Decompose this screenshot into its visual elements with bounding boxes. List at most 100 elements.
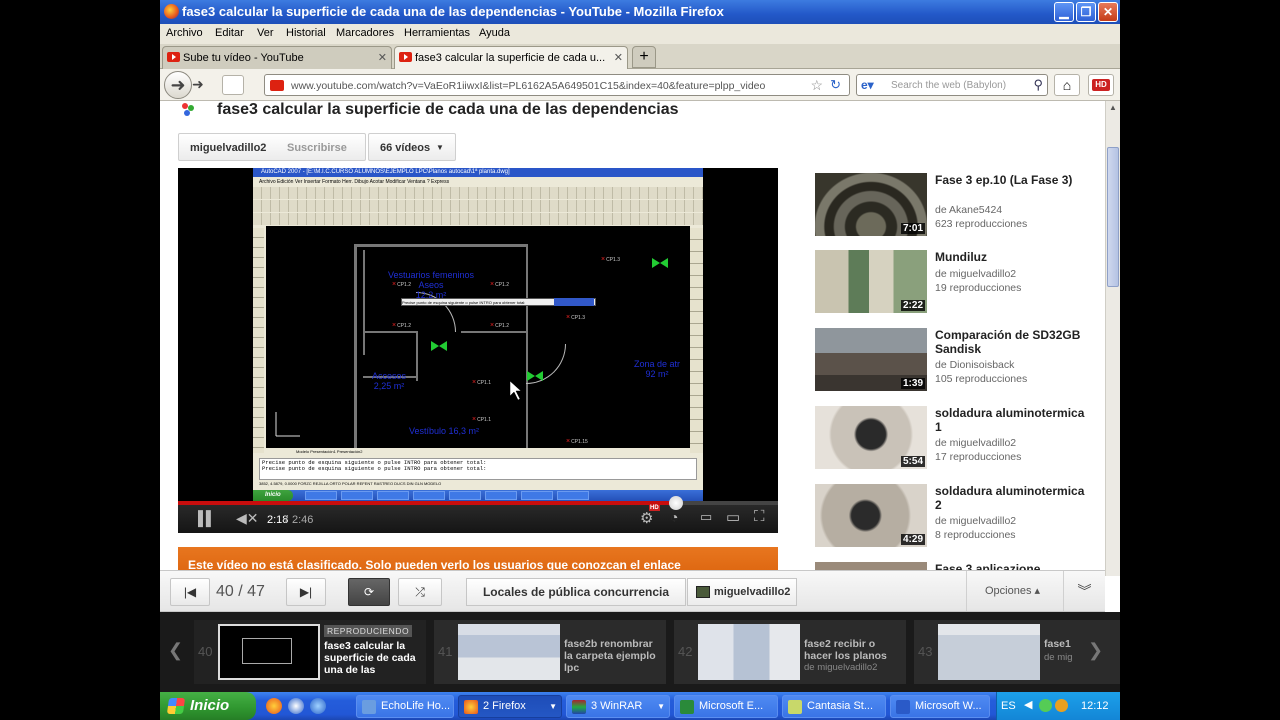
related-author: de miguelvadillo2	[935, 437, 1017, 449]
new-tab-button[interactable]: +	[632, 46, 656, 68]
related-author: de miguelvadillo2	[935, 268, 1017, 280]
related-video[interactable]: 1:39 Comparación de SD32GB Sandisk de Di…	[815, 328, 1105, 392]
scroll-up-icon[interactable]: ▲	[1107, 103, 1119, 115]
channel-name-link[interactable]: miguelvadillo2	[190, 142, 266, 154]
close-button[interactable]: ✕	[1098, 2, 1118, 22]
taskbar-button[interactable]: 2 Firefox ▼	[458, 695, 562, 718]
related-video[interactable]: 2:22 Mundiluz de miguelvadillo2 19 repro…	[815, 250, 1105, 314]
playlist-title[interactable]: Locales de pública concurrencia	[466, 578, 686, 606]
related-author: de miguelvadillo2	[935, 515, 1017, 527]
related-title: soldadura aluminotermica 2	[935, 484, 1085, 512]
fullscreen-icon[interactable]: ⛶	[754, 508, 765, 525]
menu-archivo[interactable]: Archivo	[166, 27, 203, 39]
large-player-icon[interactable]: ▭	[726, 508, 740, 526]
previous-video-button[interactable]: |◀	[170, 578, 210, 606]
menu-herramientas[interactable]: Herramientas	[404, 27, 470, 39]
minimize-button[interactable]: ▁	[1054, 2, 1074, 22]
playlist-owner[interactable]: miguelvadillo2	[687, 578, 797, 606]
tray-app-icon[interactable]	[1055, 699, 1068, 712]
taskbar-button-label: 3 WinRAR	[591, 700, 643, 712]
tab-close-icon[interactable]: ✕	[378, 51, 387, 64]
player-controls: ▌▌ ◀✕ 2:18 / 2:46 ⚙ HD ◔ ▭ ▭ ⛶	[178, 496, 778, 533]
taskbar-button-label: EchoLife Ho...	[381, 700, 451, 712]
excel-icon	[680, 700, 694, 714]
shuffle-icon[interactable]: ⤮	[398, 578, 442, 606]
tab-current-video[interactable]: fase3 calcular la superficie de cada u..…	[394, 46, 628, 69]
subscribe-button[interactable]: Suscribirse	[287, 142, 347, 154]
taskbar-button[interactable]: Microsoft E...	[674, 695, 778, 718]
duration-badge: 2:22	[900, 300, 925, 311]
forward-button[interactable]: ➜	[192, 76, 212, 96]
progress-handle[interactable]	[669, 496, 683, 510]
related-video[interactable]: 5:54 soldadura aluminotermica 1 de migue…	[815, 406, 1105, 470]
tray-icons[interactable]: ◀	[1024, 698, 1032, 711]
tray-app-icon[interactable]	[1039, 699, 1052, 712]
taskbar-button[interactable]: Microsoft W...	[890, 695, 990, 718]
youtube-site-icon	[270, 80, 284, 91]
title-bar: fase3 calcular la superficie de cada una…	[160, 0, 1120, 24]
hd-addon-button[interactable]: HD	[1088, 74, 1114, 96]
item-title: fase2b renombrar la carpeta ejemplo lpc	[564, 638, 656, 674]
thumbnail: 1:39	[815, 328, 927, 391]
tab-close-icon[interactable]: ✕	[614, 51, 623, 64]
addon-button[interactable]	[222, 75, 244, 95]
tab-upload[interactable]: Sube tu vídeo - YouTube ✕	[162, 46, 392, 69]
menu-editar[interactable]: Editar	[215, 27, 244, 39]
taskbar-button[interactable]: Cantasia St...	[782, 695, 886, 718]
playlist-item[interactable]: 42 fase2 recibir o hacer los planos de m…	[674, 620, 906, 684]
back-button[interactable]: ➜	[164, 71, 192, 99]
acad-layout-tabs: Modelo Presentación1 Presentación2	[266, 448, 690, 456]
maximize-button[interactable]: ❐	[1076, 2, 1096, 22]
page-scrollbar[interactable]: ▲	[1105, 101, 1120, 576]
tray-next-icon[interactable]: ❯	[1088, 640, 1103, 661]
item-author: de mig	[1044, 652, 1073, 663]
search-icon[interactable]: ⚲	[1033, 77, 1043, 93]
owner-avatar	[696, 586, 710, 598]
tray-prev-icon[interactable]: ❮	[168, 640, 183, 661]
videos-dropdown-button[interactable]: 66 vídeos ▼	[368, 133, 456, 161]
scroll-thumb[interactable]	[1107, 147, 1119, 287]
acad-task	[449, 491, 481, 500]
collapse-chevron-icon[interactable]: ︾	[1063, 571, 1105, 611]
video-player[interactable]: AutoCAD 2007 - [E:\M.I.C.CURSO ALUMNOS\E…	[178, 168, 778, 533]
pause-icon[interactable]: ▌▌	[198, 510, 216, 526]
menu-ver[interactable]: Ver	[257, 27, 274, 39]
acad-xp-taskbar: Inicio	[253, 490, 703, 501]
related-video[interactable]: 7:01 Fase 3 ep.10 (La Fase 3) de Akane54…	[815, 173, 1105, 237]
playlist-item[interactable]: 40 REPRODUCIENDO fase3 calcular la super…	[194, 620, 426, 684]
language-indicator[interactable]: ES	[1001, 700, 1016, 712]
taskbar-button[interactable]: EchoLife Ho...	[356, 695, 454, 718]
playlist-position: 40 / 47	[216, 583, 265, 600]
related-video[interactable]: 4:29 soldadura aluminotermica 2 de migue…	[815, 484, 1105, 548]
duration-badge: 5:54	[900, 456, 925, 467]
autoplay-toggle-icon[interactable]: ⟳	[348, 578, 390, 606]
volume-mute-icon[interactable]: ◀✕	[236, 510, 259, 527]
progress-bar[interactable]	[178, 496, 778, 510]
playlist-options-button[interactable]: Opciones ▴	[966, 571, 1058, 611]
ie-quicklaunch-icon[interactable]	[310, 698, 326, 714]
acad-task	[521, 491, 553, 500]
ie-quicklaunch-icon[interactable]	[288, 698, 304, 714]
search-engine-icon[interactable]: e▾	[861, 78, 877, 92]
small-player-icon[interactable]: ▭	[700, 509, 712, 525]
url-bar[interactable]: www.youtube.com/watch?v=VaEoR1iiwxI&list…	[264, 74, 850, 96]
next-video-button[interactable]: ▶|	[286, 578, 326, 606]
playlist-tray: ❮ 40 REPRODUCIENDO fase3 calcular la sup…	[160, 612, 1120, 692]
menu-historial[interactable]: Historial	[286, 27, 326, 39]
search-bar[interactable]: e▾ Search the web (Babylon) ⚲	[856, 74, 1048, 96]
start-button[interactable]: Inicio	[160, 692, 256, 720]
menu-marcadores[interactable]: Marcadores	[336, 27, 394, 39]
duration-badge: 7:01	[900, 223, 925, 234]
menu-ayuda[interactable]: Ayuda	[479, 27, 510, 39]
settings-gear-icon[interactable]: ⚙	[640, 509, 653, 527]
acad-task	[413, 491, 445, 500]
watch-later-icon[interactable]: ◔	[670, 509, 678, 525]
reload-icon[interactable]: ↻	[830, 77, 841, 93]
firefox-quicklaunch-icon[interactable]	[266, 698, 282, 714]
taskbar-button[interactable]: 3 WinRAR ▼	[566, 695, 670, 718]
home-button[interactable]: ⌂	[1054, 74, 1080, 96]
bookmark-star-icon[interactable]: ☆	[810, 77, 823, 94]
taskbar-button-label: Cantasia St...	[807, 700, 874, 712]
tab-label: fase3 calcular la superficie de cada u..…	[415, 52, 606, 64]
playlist-item[interactable]: 41 fase2b renombrar la carpeta ejemplo l…	[434, 620, 666, 684]
